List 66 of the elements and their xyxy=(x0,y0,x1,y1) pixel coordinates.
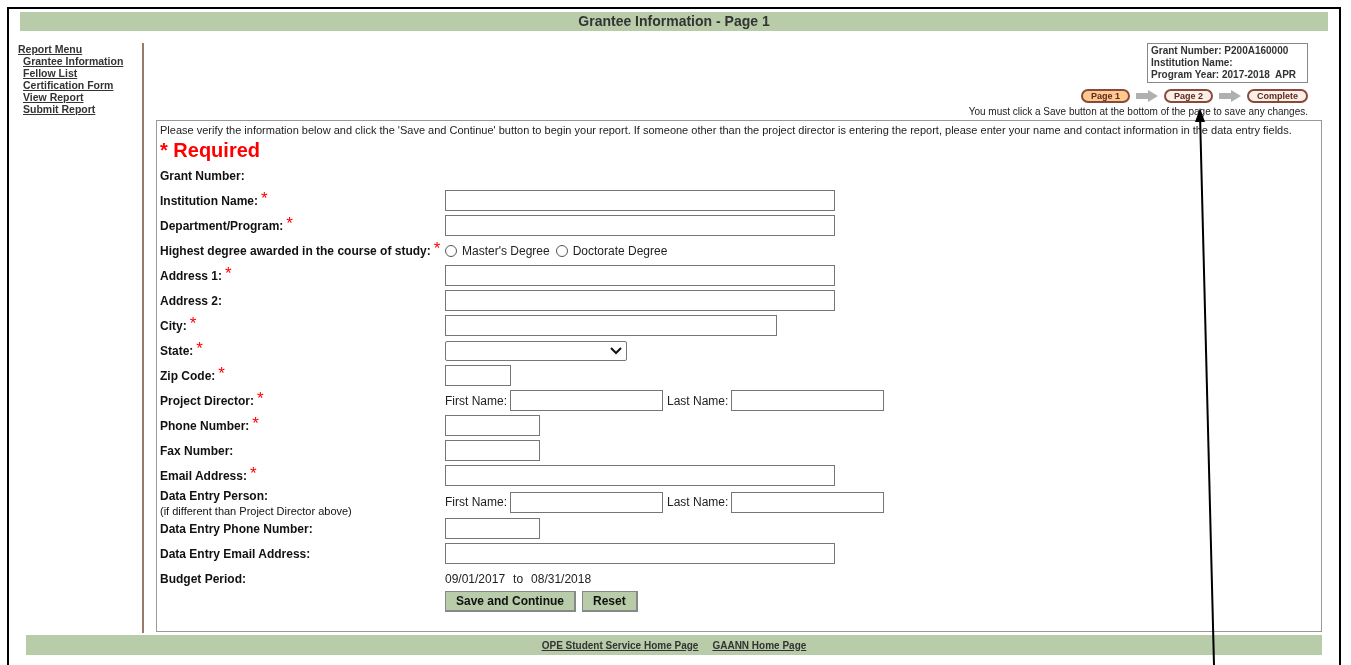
field-label: Email Address: * xyxy=(160,466,257,485)
footer-link[interactable]: GAANN Home Page xyxy=(712,637,807,653)
grant-info-line: Institution Name: xyxy=(1151,57,1234,69)
radio-label: Master's Degree xyxy=(462,242,550,260)
text-field[interactable] xyxy=(445,543,835,564)
field-label: Project Director: * xyxy=(160,391,264,410)
text-field[interactable] xyxy=(445,190,835,211)
last-name-label: Last Name: xyxy=(667,392,729,410)
sidebar-link[interactable]: Submit Report xyxy=(18,103,141,115)
arrow-right-icon xyxy=(1219,90,1241,102)
end-date: 08/31/2018 xyxy=(531,570,592,588)
field-label: City: * xyxy=(160,316,197,335)
first-name-label: First Name: xyxy=(445,392,507,410)
text-field[interactable] xyxy=(445,290,835,311)
field-label: Zip Code: * xyxy=(160,366,225,385)
required-legend: * Required xyxy=(160,137,1318,163)
form-button[interactable]: Save and Continue xyxy=(445,591,577,612)
field-label: Address 2: xyxy=(160,292,223,310)
text-field[interactable] xyxy=(445,315,777,336)
text-field[interactable] xyxy=(445,265,835,286)
form-button[interactable]: Reset xyxy=(582,591,638,612)
field-label: Data Entry Person: xyxy=(160,487,269,505)
field-label: Department/Program: * xyxy=(160,216,293,235)
radio-button[interactable] xyxy=(555,244,568,257)
sidebar-link[interactable]: View Report xyxy=(18,91,141,103)
text-field[interactable] xyxy=(445,465,835,486)
field-label: Budget Period: xyxy=(160,570,246,588)
arrow-right-icon xyxy=(1135,90,1158,102)
text-field[interactable] xyxy=(445,518,540,539)
first-name-label: First Name: xyxy=(445,494,507,511)
field-label: Phone Number: * xyxy=(160,416,259,435)
text-field[interactable] xyxy=(510,491,663,513)
radio-button[interactable] xyxy=(445,244,457,257)
text-field[interactable] xyxy=(445,215,835,236)
sidebar-link[interactable]: Grantee Information xyxy=(18,55,141,67)
last-name-label: Last Name: xyxy=(667,494,729,511)
sidebar-heading-link[interactable]: Report Menu xyxy=(18,43,141,55)
field-note: (if different than Project Director above) xyxy=(160,504,352,518)
sidebar-link[interactable]: Certification Form xyxy=(18,79,141,91)
page-step[interactable]: Page 2 xyxy=(1163,89,1213,103)
text-field[interactable] xyxy=(445,440,540,461)
text-field[interactable] xyxy=(510,390,663,411)
field-label: Data Entry Phone Number: xyxy=(160,520,313,538)
grant-info-line: Grant Number: P200A160000 xyxy=(1151,45,1290,57)
sidebar-link[interactable]: Fellow List xyxy=(18,67,141,79)
page-title: Grantee Information - Page 1 xyxy=(578,12,770,31)
text-field[interactable] xyxy=(445,415,540,436)
chevron-down-icon xyxy=(610,346,622,355)
state-select[interactable] xyxy=(445,340,627,361)
field-label: State: * xyxy=(160,341,203,360)
radio-label: Doctorate Degree xyxy=(572,242,668,260)
date-separator: to xyxy=(513,570,524,588)
grant-info-line: Program Year: 2017-2018 APR xyxy=(1151,69,1298,81)
text-field[interactable] xyxy=(445,365,511,386)
start-date: 09/01/2017 xyxy=(445,570,506,588)
footer-link[interactable]: OPE Student Service Home Page xyxy=(541,637,699,653)
text-field[interactable] xyxy=(731,491,885,513)
page-step[interactable]: Page 1 xyxy=(1080,89,1130,103)
field-label: Address 1: * xyxy=(160,266,232,285)
field-label: Fax Number: xyxy=(160,442,234,460)
field-label: Highest degree awarded in the course of study: * xyxy=(160,241,441,260)
text-field[interactable] xyxy=(731,390,885,411)
field-label: Institution Name: * xyxy=(160,191,268,210)
page-step[interactable]: Complete xyxy=(1247,89,1308,103)
field-label: Data Entry Email Address: xyxy=(160,545,311,563)
field-label: Grant Number: xyxy=(160,167,245,185)
